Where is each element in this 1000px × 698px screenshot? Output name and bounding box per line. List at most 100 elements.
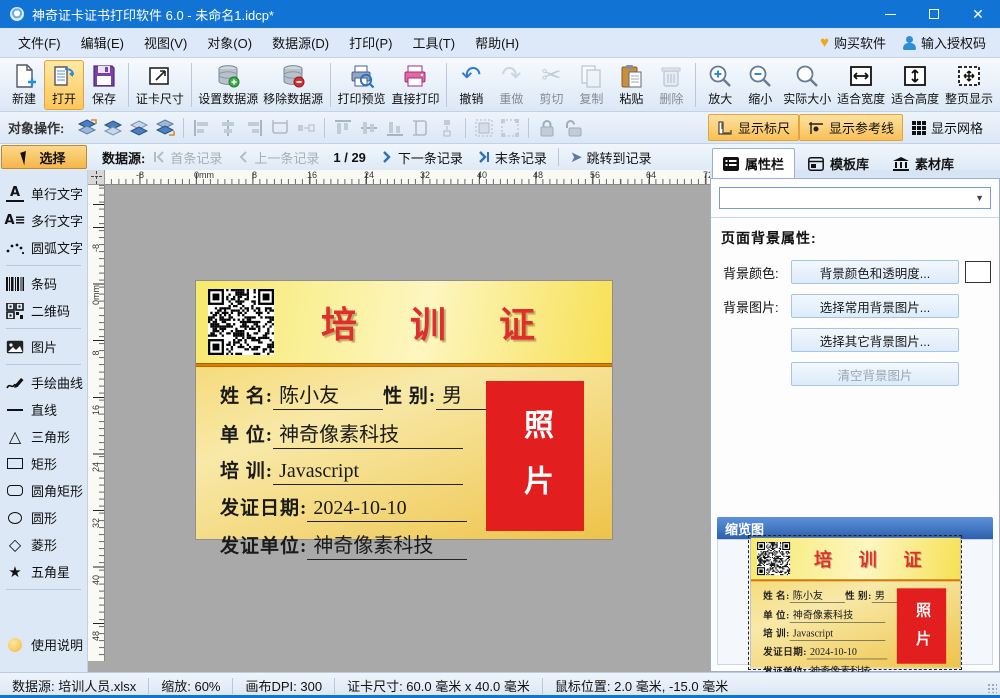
zoom-in-button[interactable]: 放大	[700, 60, 740, 110]
photo-placeholder[interactable]: 照片	[486, 381, 584, 531]
set-datasource-button[interactable]: 设置数据源	[196, 60, 261, 110]
equal-spacing-h-icon[interactable]	[296, 118, 316, 138]
undo-button[interactable]: ↶ 撤销	[451, 60, 491, 110]
bring-forward-icon[interactable]	[103, 118, 123, 138]
show-grid-toggle[interactable]: 显示网格	[903, 114, 992, 141]
next-record-button[interactable]: 下一条记录	[380, 148, 463, 167]
show-guides-toggle[interactable]: 显示参考线	[799, 114, 903, 141]
tool-multi-line-text[interactable]: A≡ 多行文字	[0, 207, 87, 234]
tab-properties[interactable]: 属性栏	[712, 148, 795, 178]
bring-to-front-icon[interactable]	[77, 118, 97, 138]
first-record-button[interactable]: 首条记录	[152, 148, 222, 167]
show-ruler-toggle[interactable]: 显示标尺	[708, 114, 799, 141]
fit-page-button[interactable]: 整页显示	[942, 60, 996, 110]
menu-file[interactable]: 文件(F)	[8, 29, 71, 56]
send-backward-icon[interactable]	[129, 118, 149, 138]
ungroup-icon[interactable]	[500, 118, 520, 138]
menu-view[interactable]: 视图(V)	[134, 29, 197, 56]
horizontal-ruler: -8 0mm 8 16 24 32 40 48 56 64 72	[88, 170, 710, 185]
tool-diamond[interactable]: ◇ 菱形	[0, 531, 87, 558]
align-left-icon[interactable]	[192, 118, 212, 138]
save-button[interactable]: 保存	[84, 60, 124, 110]
buy-software-link[interactable]: ♥ 购买软件	[820, 33, 886, 52]
prev-record-button[interactable]: 上一条记录	[236, 148, 319, 167]
fit-height-button[interactable]: 适合高度	[888, 60, 942, 110]
select-tool-button[interactable]: 选择	[1, 145, 87, 169]
cut-button[interactable]: ✂ 剪切	[531, 60, 571, 110]
tool-rounded-rectangle[interactable]: 圆角矩形	[0, 477, 87, 504]
align-top-icon[interactable]	[333, 118, 353, 138]
align-center-h-icon[interactable]	[218, 118, 238, 138]
group-icon[interactable]	[474, 118, 494, 138]
paste-button[interactable]: 粘贴	[611, 60, 651, 110]
menu-print[interactable]: 打印(P)	[339, 29, 402, 56]
same-height-icon[interactable]	[411, 118, 431, 138]
menu-edit[interactable]: 编辑(E)	[71, 29, 134, 56]
bg-color-swatch[interactable]	[965, 261, 991, 283]
menu-tools[interactable]: 工具(T)	[402, 29, 465, 56]
redo-button[interactable]: ↷ 重做	[491, 60, 531, 110]
tool-circle[interactable]: 圆形	[0, 504, 87, 531]
name-label: 姓 名:	[220, 381, 273, 408]
date-value[interactable]: 2024-10-10	[307, 497, 467, 522]
tool-star[interactable]: ★ 五角星	[0, 558, 87, 585]
tab-templates[interactable]: 模板库	[797, 148, 880, 178]
actual-size-button[interactable]: 实际大小	[780, 60, 834, 110]
bg-image-common-button[interactable]: 选择常用背景图片...	[791, 294, 959, 318]
fit-height-icon	[902, 63, 928, 89]
multi-text-icon: A≡	[6, 213, 24, 229]
tab-materials[interactable]: 素材库	[882, 148, 965, 178]
design-canvas[interactable]: -8 0mm 8 16 24 32 40 48 56 64 72 -8 0mm …	[88, 170, 710, 672]
menu-datasource[interactable]: 数据源(D)	[262, 29, 339, 56]
thumbnail-card-frame[interactable]: 培 训 证 姓 名: 陈小友 性 别: 男	[748, 535, 962, 670]
tool-barcode[interactable]: 条码	[0, 270, 87, 297]
align-middle-icon[interactable]	[359, 118, 379, 138]
goto-record-button[interactable]: ➤ 跳转到记录	[570, 148, 652, 167]
tool-qrcode[interactable]: 二维码	[0, 297, 87, 324]
menu-help[interactable]: 帮助(H)	[465, 29, 529, 56]
align-bottom-icon[interactable]	[385, 118, 405, 138]
name-value[interactable]: 陈小友	[273, 379, 383, 410]
copy-button[interactable]: 复制	[571, 60, 611, 110]
fit-width-button[interactable]: 适合宽度	[834, 60, 888, 110]
print-preview-button[interactable]: 打印预览	[335, 60, 389, 110]
thumbnail-qr-code	[757, 542, 790, 575]
align-right-icon[interactable]	[244, 118, 264, 138]
issuer-value[interactable]: 神奇像素科技	[307, 529, 467, 560]
tool-image[interactable]: 图片	[0, 333, 87, 360]
send-to-back-icon[interactable]	[155, 118, 175, 138]
close-button[interactable]: ✕	[956, 0, 1000, 28]
equal-spacing-v-icon[interactable]	[437, 118, 457, 138]
maximize-button[interactable]	[912, 0, 956, 28]
help-button[interactable]: 使用说明	[0, 631, 87, 658]
card-size-button[interactable]: 证卡尺寸	[133, 60, 187, 110]
resize-grip[interactable]	[987, 683, 997, 693]
lock-icon[interactable]	[537, 118, 557, 138]
license-code-link[interactable]: 输入授权码	[902, 33, 986, 52]
bg-image-clear-button[interactable]: 清空背景图片	[791, 362, 959, 386]
object-selector-dropdown[interactable]: ▼	[719, 187, 991, 209]
delete-button[interactable]: 删除	[651, 60, 691, 110]
unlock-icon[interactable]	[563, 118, 583, 138]
tool-line[interactable]: 直线	[0, 396, 87, 423]
zoom-out-button[interactable]: 缩小	[740, 60, 780, 110]
open-button[interactable]: 打开	[44, 60, 84, 110]
new-button[interactable]: 新建	[4, 60, 44, 110]
tool-rectangle[interactable]: 矩形	[0, 450, 87, 477]
training-value[interactable]: Javascript	[273, 460, 463, 485]
certificate-card[interactable]: 培 训 证 姓 名: 陈小友 性 别: 男 单 位: 神奇像素科技 培 训: J…	[196, 281, 612, 539]
tool-triangle[interactable]: △ 三角形	[0, 423, 87, 450]
bg-color-button[interactable]: 背景颜色和透明度...	[791, 260, 959, 284]
unit-value[interactable]: 神奇像素科技	[273, 418, 463, 449]
tool-single-line-text[interactable]: A 单行文字	[0, 180, 87, 207]
remove-datasource-button[interactable]: 移除数据源	[261, 60, 326, 110]
tool-arc-text[interactable]: 圆弧文字	[0, 234, 87, 261]
direct-print-button[interactable]: 直接打印	[388, 60, 442, 110]
bg-image-other-button[interactable]: 选择其它背景图片...	[791, 328, 959, 352]
minimize-button[interactable]	[868, 0, 912, 28]
menu-object[interactable]: 对象(O)	[197, 29, 262, 56]
card-qr-code[interactable]	[208, 289, 274, 355]
tool-freehand-curve[interactable]: 手绘曲线	[0, 369, 87, 396]
same-width-icon[interactable]	[270, 118, 290, 138]
last-record-button[interactable]: 末条记录	[477, 148, 547, 167]
